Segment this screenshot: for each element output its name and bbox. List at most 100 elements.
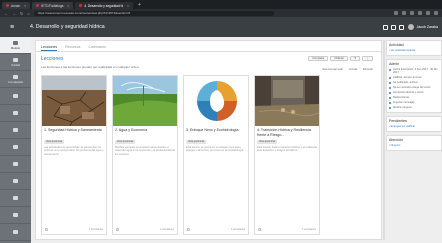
sidenav-item[interactable]: [0, 207, 31, 224]
sidenav-item[interactable]: [0, 105, 31, 122]
sidenav-item[interactable]: [0, 224, 31, 241]
browser-tab-3[interactable]: 4. Desarrollo y seguridad hi ×: [75, 2, 133, 9]
dropdown-button[interactable]: ▼: [349, 56, 361, 61]
reload-icon[interactable]: ↻: [20, 11, 23, 16]
sidenav-item[interactable]: [0, 122, 31, 139]
card-title[interactable]: 4. Transición Hídrica y Resiliencia fren…: [255, 126, 319, 138]
extension-icon[interactable]: [426, 11, 430, 15]
new-tab-button[interactable]: +: [135, 2, 144, 9]
tab-recursos[interactable]: Recursos: [65, 45, 80, 51]
lesson-image-nexus: [184, 76, 248, 126]
recent-activity-link[interactable]: Ver actividad reciente: [389, 48, 439, 53]
extension-icon[interactable]: [394, 11, 398, 15]
order-button[interactable]: Ordenar: [330, 56, 348, 61]
card-title[interactable]: 1. Seguridad Hídrica y Saneamiento: [42, 126, 106, 138]
lesson-card[interactable]: 3. Enfoque Nexo y Ecohidrología Vista pr…: [183, 75, 249, 235]
extension-icon[interactable]: [410, 11, 414, 15]
admin-item-label: No se mostrará colega del curso: [393, 86, 431, 89]
nav-icon: [13, 110, 18, 115]
extension-icon[interactable]: [418, 11, 422, 15]
forward-icon[interactable]: →: [12, 11, 16, 16]
browser-tab-1[interactable]: Aunan ×: [2, 2, 31, 9]
side-navigation: Modulo Unidad Completado: [0, 37, 31, 243]
tab-calendario[interactable]: Calendario: [88, 45, 105, 51]
extension-icon[interactable]: [434, 11, 438, 15]
progress-circle-icon: [45, 228, 48, 231]
panel-title: Atención: [389, 138, 403, 142]
lesson-image-irrigation: [113, 76, 177, 126]
progress-circle-icon: [187, 228, 190, 231]
header-actions: Jacob Zaraba: [380, 24, 442, 30]
card-title[interactable]: 3. Enfoque Nexo y Ecohidrología: [184, 126, 248, 138]
sidenav-label: Unidad: [11, 62, 20, 67]
messages-icon[interactable]: [390, 24, 396, 30]
lesson-image-cracked-earth: [42, 76, 106, 126]
tab-label: IETC/Fadiatuga: [41, 3, 64, 8]
sidenav-item[interactable]: [0, 139, 31, 156]
right-sidebar: Actividad Ver actividad reciente Admin F…: [386, 40, 442, 243]
sidenav-item[interactable]: [0, 190, 31, 207]
card-description: Muchos ejemplos en América Latina ilustr…: [115, 145, 175, 156]
sidenav-item[interactable]: Completado: [0, 71, 31, 88]
preview-badge: Vista preliminar: [44, 139, 65, 144]
favicon-icon: [6, 4, 9, 7]
admin-item-label: Importar mensajes: [393, 101, 415, 104]
browser-tab-2[interactable]: IETC/Fadiatuga ×: [32, 2, 74, 9]
filter-remove[interactable]: Eliminar: [363, 67, 373, 71]
filter-select-all[interactable]: Seleccionar todo: [322, 67, 343, 71]
close-icon[interactable]: ×: [127, 4, 129, 8]
sidenav-item[interactable]: [0, 156, 31, 173]
sidenav-item[interactable]: [0, 173, 31, 190]
tab-label: Aunan: [11, 3, 21, 8]
notifications-icon[interactable]: [382, 24, 388, 30]
admin-item-label: Redirecciones: [393, 96, 410, 99]
main-content: Lecciones Recursos Calendario Lecciones …: [35, 40, 382, 240]
user-name[interactable]: Jacob Zaraba: [417, 25, 438, 29]
tab-lecciones[interactable]: Lecciones: [41, 45, 58, 51]
favicon-icon: [79, 4, 83, 7]
admin-item-label: Inscripción abierta y cerrar: [393, 91, 424, 94]
nav-icon: [13, 161, 18, 166]
card-description: Esta lección se centra en el enfoque nex…: [186, 145, 244, 153]
home-icon[interactable]: ⌂: [27, 11, 29, 16]
sidenav-label: Modulo: [10, 45, 21, 50]
filter-current[interactable]: Actual: [349, 67, 357, 71]
preview-badge: Vista preliminar: [257, 139, 278, 144]
pending-panel: Pendientes Entregas por calificar: [386, 116, 442, 132]
sidenav-item[interactable]: Modulo: [0, 37, 31, 54]
extension-icon[interactable]: [402, 11, 406, 15]
attention-link[interactable]: Ninguno: [389, 143, 439, 148]
bullet-icon: [389, 68, 391, 71]
admin-item-label: Mostrar ninguno: [393, 106, 412, 109]
activities-count: 4 actividades: [302, 228, 316, 231]
scrollbar[interactable]: [383, 40, 385, 240]
lesson-card[interactable]: 4. Transición Hídrica y Resiliencia fren…: [254, 75, 320, 235]
bullet-icon: [389, 76, 391, 79]
lesson-card[interactable]: 2. Agua y Economía Vista preliminar Much…: [112, 75, 178, 235]
more-button[interactable]: ⋮: [362, 56, 373, 61]
card-description: Las actividades de aprendizaje de esta l…: [44, 145, 104, 156]
complete-button[interactable]: Completar: [308, 56, 329, 61]
lesson-cards: 1. Seguridad Hídrica y Saneamiento Vista…: [41, 75, 325, 235]
bullet-icon: [389, 86, 391, 89]
admin-item-label: Calificar, acceso al curso: [393, 76, 422, 79]
admin-item[interactable]: Mostrar ninguno: [389, 105, 439, 110]
admin-panel: Admin Fecha inscripción: 4 Sep 2017 - 30…: [386, 59, 442, 113]
back-icon[interactable]: ←: [4, 11, 8, 16]
nav-icon: [13, 144, 18, 149]
sidenav-item[interactable]: [0, 88, 31, 105]
close-icon[interactable]: ×: [24, 4, 26, 8]
settings-icon[interactable]: [398, 24, 404, 30]
lesson-card[interactable]: 1. Seguridad Hídrica y Saneamiento Vista…: [41, 75, 107, 235]
address-bar: ← → ↻ ⌂ https://reaconnect.nexoedu.com/c…: [0, 9, 442, 17]
avatar[interactable]: [407, 24, 414, 30]
attention-panel: Atención Ninguno: [386, 135, 442, 151]
sidenav-item[interactable]: Unidad: [0, 54, 31, 71]
url-input[interactable]: https://reaconnect.nexoedu.com/course/vi…: [33, 10, 274, 16]
activities-count: 4 actividades: [231, 228, 245, 231]
hamburger-icon[interactable]: ≡: [0, 17, 24, 37]
card-title[interactable]: 2. Agua y Economía: [113, 126, 177, 138]
pending-link[interactable]: Entregas por calificar: [389, 124, 439, 129]
admin-item[interactable]: Fecha inscripción: 4 Sep 2017 - 30 Dic 2…: [389, 67, 439, 75]
close-icon[interactable]: ×: [67, 4, 69, 8]
